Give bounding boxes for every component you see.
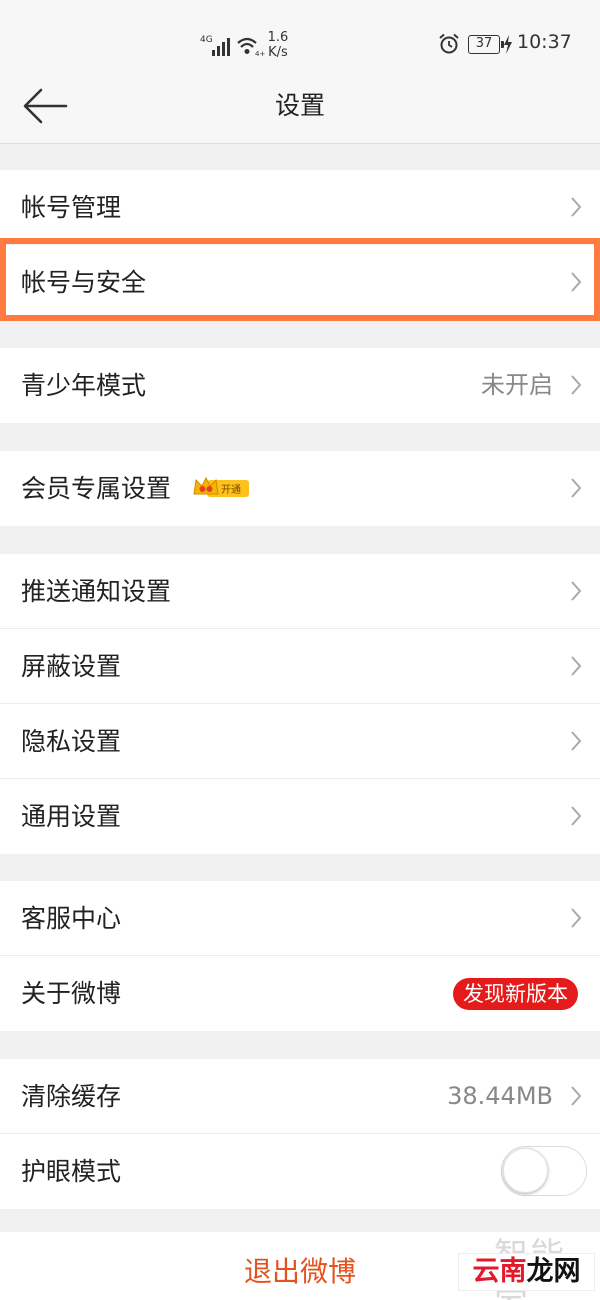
eye-protection-toggle[interactable] — [501, 1146, 587, 1196]
status-bar: 4G 4+ 1.6 K/s 37 10:37 — [0, 0, 600, 70]
chevron-right-icon — [571, 581, 582, 601]
speed-unit: K/s — [268, 45, 288, 60]
row-about-weibo[interactable]: 关于微博 发现新版本 — [0, 956, 600, 1031]
chevron-right-icon — [571, 375, 582, 395]
battery-indicator: 37 — [468, 35, 504, 54]
watermark-red-text: 云南 — [472, 1256, 527, 1287]
toggle-knob — [503, 1148, 548, 1193]
settings-group-support: 客服中心 关于微博 发现新版本 — [0, 881, 600, 1031]
row-account-management[interactable]: 帐号管理 — [0, 170, 600, 245]
teen-mode-status: 未开启 — [481, 371, 553, 399]
signal-wifi-icon: 4G 4+ — [200, 35, 265, 58]
chevron-right-icon — [571, 272, 582, 292]
row-label: 青少年模式 — [21, 371, 147, 400]
charging-icon — [504, 35, 512, 54]
svg-text:4+: 4+ — [255, 50, 265, 58]
row-privacy-settings[interactable]: 隐私设置 — [0, 704, 600, 779]
speed-value: 1.6 — [267, 30, 289, 45]
row-label: 屏蔽设置 — [21, 652, 122, 681]
chevron-right-icon — [571, 197, 582, 217]
cache-size: 38.44MB — [447, 1082, 553, 1110]
row-label: 帐号与安全 — [21, 268, 147, 297]
alarm-icon — [439, 33, 459, 54]
vip-badge-label: 开通 — [221, 484, 241, 496]
network-speed: 1.6 K/s — [266, 30, 290, 60]
settings-group-account: 帐号管理 帐号与安全 — [0, 170, 600, 320]
settings-group-vip: 会员专属设置 开通 — [0, 451, 600, 526]
network-type-label: 4G — [200, 35, 213, 45]
watermark-black-text: 龙网 — [526, 1256, 581, 1287]
clock: 10:37 — [517, 31, 572, 53]
row-label: 清除缓存 — [21, 1082, 122, 1111]
chevron-right-icon — [571, 806, 582, 826]
page-title: 设置 — [274, 91, 325, 120]
row-label: 推送通知设置 — [21, 577, 172, 606]
chevron-right-icon — [571, 1086, 582, 1106]
row-label: 隐私设置 — [21, 727, 122, 756]
row-vip-settings[interactable]: 会员专属设置 开通 — [0, 451, 600, 526]
chevron-right-icon — [571, 656, 582, 676]
row-customer-service[interactable]: 客服中心 — [0, 881, 600, 956]
row-push-notifications[interactable]: 推送通知设置 — [0, 554, 600, 629]
row-label: 客服中心 — [21, 904, 122, 933]
chevron-right-icon — [571, 478, 582, 498]
settings-group-general: 推送通知设置 屏蔽设置 隐私设置 通用设置 — [0, 554, 600, 854]
row-label: 关于微博 — [21, 979, 122, 1008]
chevron-right-icon — [571, 908, 582, 928]
vip-crown-badge[interactable]: 开通 — [193, 476, 251, 500]
row-eye-protection: 护眼模式 — [0, 1134, 600, 1209]
row-teen-mode[interactable]: 青少年模式 未开启 — [0, 348, 600, 423]
nav-bar: 设置 — [0, 70, 600, 144]
row-label: 会员专属设置 — [21, 474, 172, 503]
watermark-logo: 云南龙网 — [458, 1253, 595, 1291]
chevron-right-icon — [571, 731, 582, 751]
settings-group-teen: 青少年模式 未开启 — [0, 348, 600, 423]
row-general-settings[interactable]: 通用设置 — [0, 779, 600, 854]
new-version-badge[interactable]: 发现新版本 — [453, 978, 578, 1010]
row-account-security[interactable]: 帐号与安全 — [0, 245, 600, 320]
row-label: 通用设置 — [21, 802, 122, 831]
row-block-settings[interactable]: 屏蔽设置 — [0, 629, 600, 704]
row-clear-cache[interactable]: 清除缓存 38.44MB — [0, 1059, 600, 1134]
row-label: 帐号管理 — [21, 193, 122, 222]
settings-group-storage: 清除缓存 38.44MB 护眼模式 — [0, 1059, 600, 1209]
back-arrow-icon[interactable] — [22, 88, 68, 124]
row-label: 护眼模式 — [21, 1157, 122, 1186]
